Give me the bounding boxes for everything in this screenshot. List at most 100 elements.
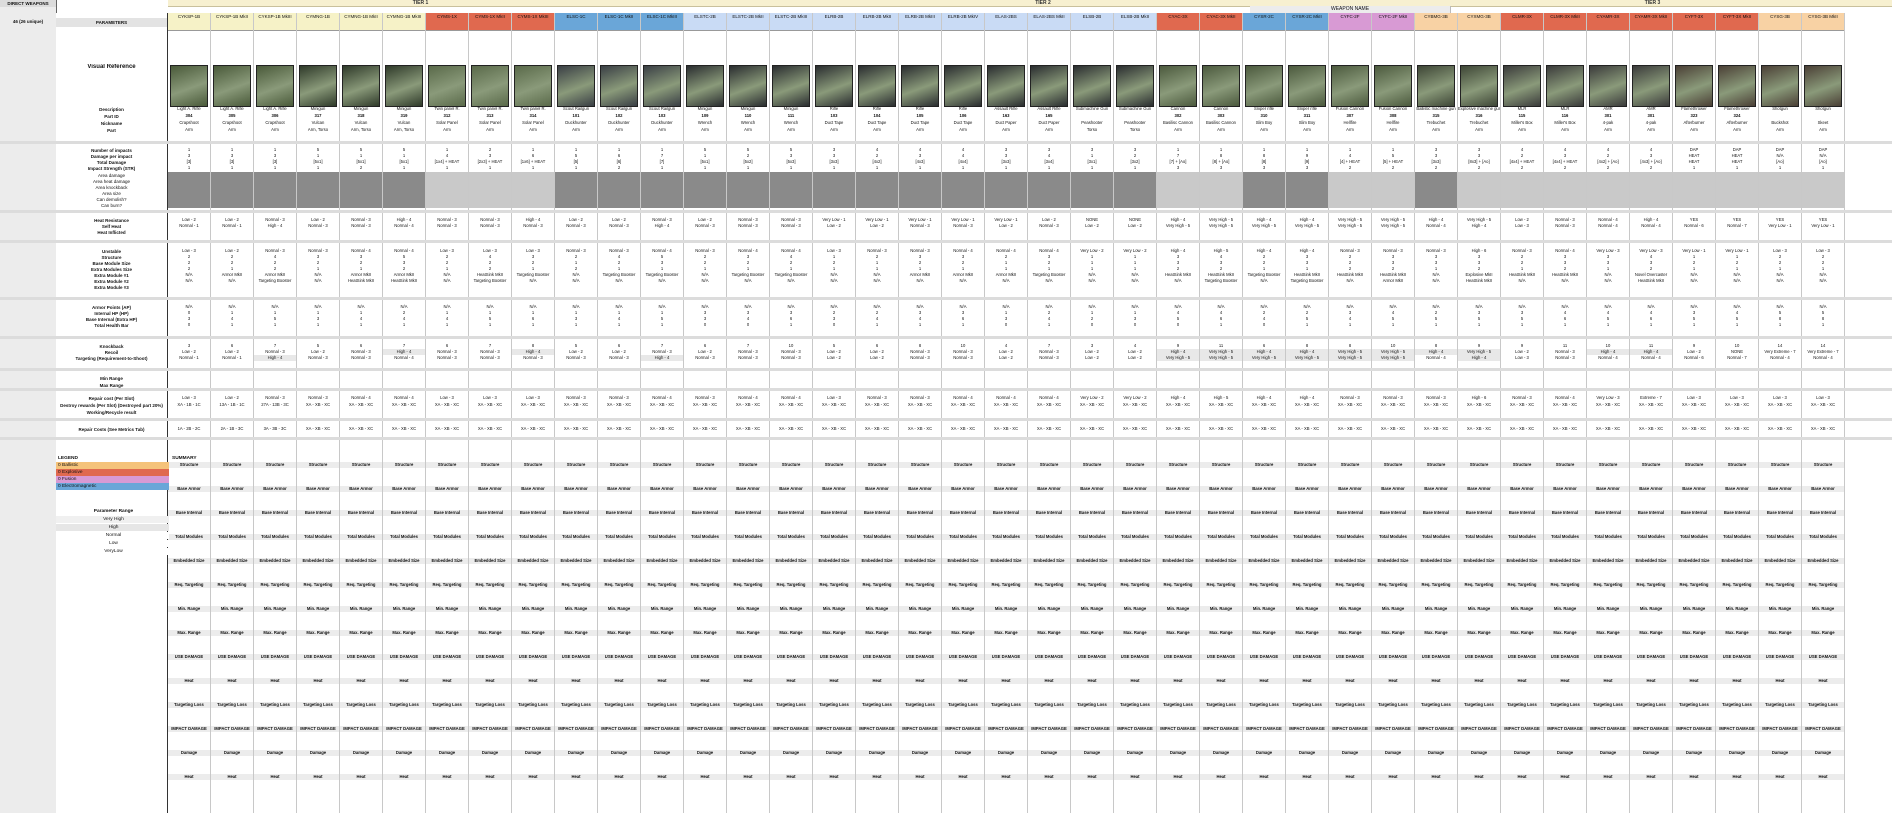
weapon-code[interactable]: CLMR-3X MkII [1544, 13, 1586, 31]
weapon-column[interactable]: CYKSP-1B Light A. Rifle 304 Crapshoot Arm 1 3[… [168, 13, 211, 813]
weapon-code[interactable]: CYSR-2C [1243, 13, 1285, 31]
weapon-column[interactable]: ELRB-2B Rifle 103 Duct Tape Arm 3 3 [3x3] 1 Very … [813, 13, 856, 813]
weapon-column[interactable]: CYSG-3B Shotgun Buckshot Arm DAP N/A [Ao] 1 YES V… [1759, 13, 1802, 813]
weapon-column[interactable]: CYFC-2F MkII Fusion Cannon 308 Hellfire Arm 1… [1372, 13, 1415, 813]
weapon-column[interactable]: CYMS-1X Twin panel R. 312 Solar Panel Arm 1 4[… [426, 13, 469, 813]
weapon-code[interactable]: ELRB-2B MkIV [942, 13, 984, 31]
weapon-column[interactable]: ELRB-2B MkIV Rifle 106 Duct Tape Arm 4 4 [4x4] 1… [942, 13, 985, 813]
weapon-column[interactable]: ELSC-1C MkIII Scout Railgun 103 Duckhunter A… [641, 13, 684, 813]
weapon-code[interactable]: ELSC-1C MkIII [641, 13, 683, 31]
weapon-code[interactable]: CYMNG-1B [297, 13, 339, 31]
weapon-value: XA - XB - XC [1380, 426, 1406, 431]
weapon-column[interactable]: CYAMR-3X MkII AMR 301 4-pak Arm 4 3 [4x3] + [Ao… [1630, 13, 1673, 813]
weapon-code[interactable]: ELSB-2B [1071, 13, 1113, 31]
weapon-value: Low - 2 [1128, 355, 1142, 360]
weapon-code[interactable]: ELSC-1C MkII [598, 13, 640, 31]
weapon-column[interactable]: ELAS-2BS Assault Rifle 163 Duct Paper Arm 3 3[… [985, 13, 1028, 813]
range-item: Normal [56, 532, 169, 539]
weapon-column[interactable]: CYAC-3X MkII Cannon 303 Basilisc Cannon Arm 1… [1200, 13, 1243, 813]
weapon-code[interactable]: CYAMR-3X MkII [1630, 13, 1672, 31]
weapon-code[interactable]: CYMS-1X [426, 13, 468, 31]
weapon-code[interactable]: CYMS-1X MkII [469, 13, 511, 31]
weapon-column[interactable]: CYBMG-3B Ballistic machine gun 315 Trebuche… [1415, 13, 1458, 813]
weapon-column[interactable]: CYKSP-1B MkIII Light A. Rifle 306 Crapshoot… [254, 13, 297, 813]
summary-label: Heat [168, 678, 210, 684]
weapon-code[interactable]: ELSTC-2B [684, 13, 726, 31]
weapon-column[interactable]: CLMR-3X MkII MLR 116 Miller's Box Arm 4 3 [4x4]… [1544, 13, 1587, 813]
weapon-column[interactable]: ELRB-2B MkII Rifle 104 Duct Tape Arm 4 2 [4x2] 1… [856, 13, 899, 813]
summary-label: Embedded Size [254, 558, 296, 564]
weapon-column[interactable]: CYMS-1X MkIII Twin panel R. 314 Solar Panel… [512, 13, 555, 813]
weapon-column[interactable]: CYMNG-1B Minigun 317 Vulcan Arm, Torso 5 1 [5x1… [297, 13, 340, 813]
summary-label: Damage [512, 750, 554, 756]
weapon-code[interactable]: CYKSP-1B MkIII [254, 13, 296, 31]
summary-label: Structure [383, 462, 425, 468]
weapon-code[interactable]: CYAC-3X MkII [1200, 13, 1242, 31]
weapon-column[interactable]: CYFT-3X Flamethrower 323 Afterburner Arm DAP H… [1673, 13, 1716, 813]
weapon-column[interactable]: CYKSP-1B MkII Light A. Rifle 305 Crapshoot A… [211, 13, 254, 813]
summary-label: Req. Targeting [1587, 582, 1629, 588]
weapon-column[interactable]: CYSR-2C MkII Sniper rifle 311 Slim Boy Arm 1 9… [1286, 13, 1329, 813]
weapon-column[interactable]: ELSTC-2B MkII Minigun 110 Wrench Arm 5 2 [5x2] 1… [727, 13, 770, 813]
weapon-column[interactable]: ELSC-1C MkII Scout Railgun 102 Duckhunter Ar… [598, 13, 641, 813]
weapon-code[interactable]: CYMNG-1B MkIII [383, 13, 425, 31]
weapon-value: XA - XB - XC [778, 402, 804, 407]
weapon-code[interactable]: ELRB-2B MkII [856, 13, 898, 31]
weapon-code[interactable]: ELSTC-2B MkII [727, 13, 769, 31]
weapon-code[interactable]: CYMNG-1B MkII [340, 13, 382, 31]
weapon-code[interactable]: CYMS-1X MkIII [512, 13, 554, 31]
weapon-column[interactable]: CYAMR-3X AMR 301 4-pak Arm 4 2 [4x2] + [Ao] 2 Nor… [1587, 13, 1630, 813]
weapon-column[interactable]: ELAS-2BS MkII Assault Rifle 165 Duct Paper A… [1028, 13, 1071, 813]
weapon-code[interactable]: CYSG-3B MkII [1802, 13, 1844, 31]
weapon-column[interactable]: CYSG-3B MkII Shotgun Skeet Arm DAP N/A [Ao] 1 YE… [1802, 13, 1845, 813]
weapon-code[interactable]: ELSTC-2B MkIII [770, 13, 812, 31]
weapon-code[interactable]: CYKSP-1B MkII [211, 13, 253, 31]
weapon-code[interactable]: CYSR-2C MkII [1286, 13, 1328, 31]
weapon-code[interactable]: CYFT-3X MkII [1716, 13, 1758, 31]
weapon-code[interactable]: CYKSP-1B [168, 13, 210, 31]
weapon-code[interactable]: CYXMG-3B [1458, 13, 1500, 31]
weapon-image [1460, 65, 1498, 107]
weapon-code[interactable]: ELRB-2B MkIII [899, 13, 941, 31]
weapon-part: Arm [1475, 127, 1483, 132]
weapon-value: 1 [961, 322, 965, 327]
weapon-column[interactable]: CYSR-2C Sniper rifle 310 Slim Boy Arm 1 8 [8] 3 H… [1243, 13, 1286, 813]
weapon-code[interactable]: ELSB-2B MkII [1114, 13, 1156, 31]
summary-label: USE DAMAGE [1028, 654, 1070, 660]
weapon-column[interactable]: CYMS-1X MkII Twin panel R. 313 Solar Panel A… [469, 13, 512, 813]
weapon-column[interactable]: ELSTC-2B MkIII Minigun 111 Wrench Arm 5 3 [5x3]… [770, 13, 813, 813]
weapon-column[interactable]: CYFT-3X MkII Flamethrower 324 Afterburner Ar… [1716, 13, 1759, 813]
weapon-code[interactable]: CYFT-3X [1673, 13, 1715, 31]
weapon-column[interactable]: ELRB-2B MkIII Rifle 105 Duct Tape Arm 4 3 [4x3]… [899, 13, 942, 813]
weapon-code[interactable]: CYSG-3B [1759, 13, 1801, 31]
weapon-column[interactable]: ELSTC-2B Minigun 109 Wrench Arm 5 1 [5x1] 1 Low -… [684, 13, 727, 813]
weapon-column[interactable]: CYXMG-3B Explosive machine gun 316 Trebuche… [1458, 13, 1501, 813]
weapon-column[interactable]: CLMR-3X MLR 115 Miller's Box Arm 4 2 [4x4] + HE… [1501, 13, 1544, 813]
weapon-column[interactable]: CYMNG-1B MkII Minigun 318 Vulcan Arm, Torso 5… [340, 13, 383, 813]
summary-label: Total Modules [512, 534, 554, 540]
direct-weapons-title[interactable]: DIRECT WEAPONS [0, 0, 56, 7]
weapon-code[interactable]: CLMR-3X [1501, 13, 1543, 31]
weapon-column[interactable]: ELSB-2B Submachine Gun Peashooter Torso 3 1 [3… [1071, 13, 1114, 813]
weapon-value: 0 [1004, 322, 1008, 327]
weapon-column[interactable]: ELSC-1C Scout Railgun 101 Duckhunter Arm 1 5 [5… [555, 13, 598, 813]
weapon-code[interactable]: ELAS-2BS MkII [1028, 13, 1070, 31]
weapon-code[interactable]: CYBMG-3B [1415, 13, 1457, 31]
weapon-value: 1 [187, 165, 191, 170]
weapon-code[interactable]: ELRB-2B [813, 13, 855, 31]
summary-label: Damage [598, 750, 640, 756]
weapon-column[interactable]: CYFC-2F Fusion Cannon 307 Hellfire Arm 1 4 [4] … [1329, 13, 1372, 813]
weapon-value: Normal - 1 [179, 355, 199, 360]
weapon-code[interactable]: ELSC-1C [555, 13, 597, 31]
weapon-code[interactable]: CYFC-2F MkII [1372, 13, 1414, 31]
weapon-column[interactable]: CYMNG-1B MkIII Minigun 319 Vulcan Arm, Torso… [383, 13, 426, 813]
summary-label: USE DAMAGE [641, 654, 683, 660]
weapon-nick: Slim Boy [1255, 120, 1273, 125]
weapon-column[interactable]: ELSB-2B MkII Submachine Gun Peashooter Tors… [1114, 13, 1157, 813]
weapon-code[interactable]: CYAC-3X [1157, 13, 1199, 31]
weapon-code[interactable]: CYAMR-3X [1587, 13, 1629, 31]
weapon-code[interactable]: ELAS-2BS [985, 13, 1027, 31]
weapon-code[interactable]: CYFC-2F [1329, 13, 1371, 31]
weapon-value: 1 [1219, 322, 1223, 327]
weapon-column[interactable]: CYAC-3X Cannon 302 Basilisc Cannon Arm 1 7 [7] … [1157, 13, 1200, 813]
